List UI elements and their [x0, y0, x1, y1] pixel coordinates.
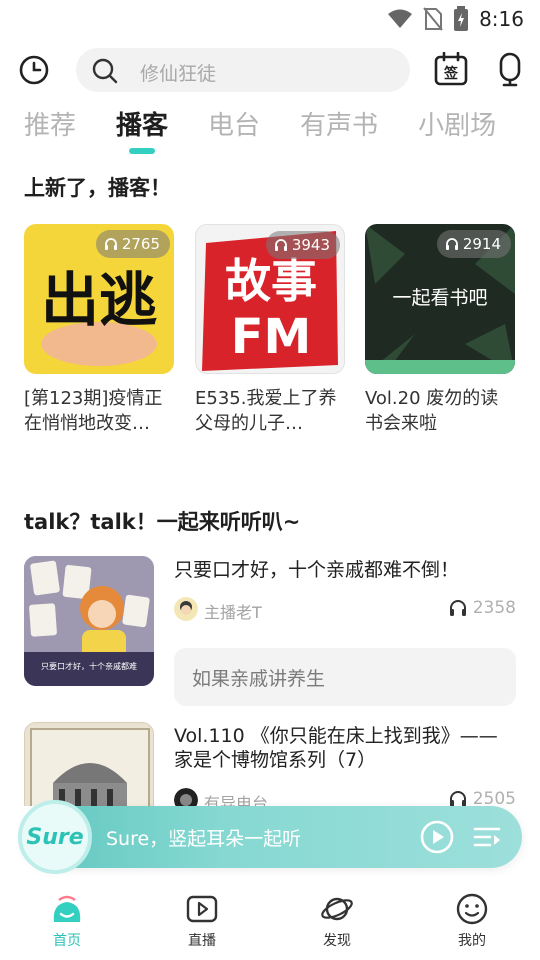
live-icon: [186, 895, 218, 923]
nav-discover[interactable]: 发现: [297, 892, 377, 950]
tab-audiobook[interactable]: 有声书: [300, 104, 378, 150]
voice-search-button[interactable]: [496, 52, 524, 88]
cover-text: 出逃: [41, 266, 157, 334]
search-placeholder: 修仙狂徒: [140, 63, 217, 85]
play-count: 2914: [462, 235, 501, 253]
nav-live[interactable]: 直播: [162, 892, 242, 950]
nav-profile[interactable]: 我的: [432, 892, 512, 950]
play-count-value: 2358: [472, 598, 516, 618]
thumbnail-art: [30, 728, 150, 806]
podcast-card-title: Vol.20 废勿的读书会来啦: [365, 388, 499, 434]
nav-label: 我的: [458, 933, 486, 949]
planet-icon: [321, 897, 353, 921]
tab-radio[interactable]: 电台: [208, 104, 260, 150]
nav-home[interactable]: 首页: [27, 892, 107, 950]
podcast-card-title: [第123期]疫情正在悄悄地改变…: [24, 388, 163, 434]
play-count-badge: 2765: [95, 230, 170, 258]
podcast-card[interactable]: 一起看书吧 2914 Vol.20 废勿的读书会来啦: [365, 224, 515, 436]
category-tabs: 推荐 播客 电台 有声书 小剧场: [24, 104, 536, 154]
headphones-icon: [104, 238, 117, 250]
thumbnail-caption: 只要口才好，十个亲戚都难: [41, 661, 137, 671]
tab-recommend[interactable]: 推荐: [24, 104, 76, 150]
profile-icon: [456, 893, 488, 925]
search-input[interactable]: 修仙狂徒: [76, 48, 410, 92]
player-text: Sure，竖起耳朵一起听: [106, 828, 302, 850]
host-row: 有异电台 2505: [174, 788, 516, 806]
nav-label: 首页: [53, 933, 81, 949]
home-icon: [53, 895, 81, 922]
cover-text: 一起看书吧: [392, 287, 487, 309]
status-time: 8:16: [479, 7, 524, 31]
sign-in-label: 签: [443, 65, 459, 82]
thumbnail-art: 只要口才好，十个亲戚都难: [24, 556, 154, 686]
podcast-card-title: E535.我爱上了养父母的儿子…: [195, 388, 337, 434]
play-count-value: 2505: [472, 789, 516, 806]
cover-text-bottom: FM: [231, 309, 312, 365]
headphones-icon: [445, 238, 458, 250]
list-item[interactable]: 只要口才好，十个亲戚都难 只要口才好，十个亲戚都难不倒！ 主播老T 2358 如…: [24, 556, 516, 706]
no-sim-icon: [423, 7, 443, 31]
status-bar: 8:16: [0, 0, 540, 36]
headphones-icon: [274, 239, 287, 251]
playlist-button[interactable]: [472, 822, 502, 852]
episode-title: Vol.110 《你只能在床上找到我》——家是个博物馆系列（7）: [174, 725, 498, 771]
headphones-icon: [449, 600, 466, 616]
podcast-card[interactable]: 出逃 2765 [第123期]疫情正在悄悄地改变…: [24, 224, 174, 436]
episode-title: 只要口才好，十个亲戚都难不倒！: [174, 559, 460, 581]
play-count-badge: 2914: [436, 230, 511, 258]
podcast-cover: 出逃 2765: [24, 224, 174, 374]
host-avatar: [174, 597, 198, 621]
new-podcasts-row: 出逃 2765 [第123期]疫情正在悄悄地改变… 故事 FM 3943 E53…: [24, 224, 524, 444]
tab-podcast[interactable]: 播客: [116, 104, 168, 150]
podcast-card[interactable]: 故事 FM 3943 E535.我爱上了养父母的儿子…: [195, 224, 345, 436]
tab-mini-theater[interactable]: 小剧场: [418, 104, 496, 150]
nav-label: 直播: [188, 933, 216, 949]
episode-thumbnail: [24, 722, 154, 806]
comment-bubble[interactable]: 如果亲戚讲养生: [174, 648, 516, 706]
cover-text-top: 故事: [225, 254, 317, 308]
microphone-icon: [499, 52, 521, 87]
episode-thumbnail: 只要口才好，十个亲戚都难: [24, 556, 154, 686]
comment-text: 如果亲戚讲养生: [192, 668, 326, 690]
play-count: 2765: [121, 235, 160, 253]
playlist-icon: [473, 827, 501, 847]
host-avatar: [174, 788, 198, 806]
play-icon: [420, 820, 454, 854]
player-logo: Sure: [18, 800, 92, 874]
play-count-badge: 3943: [265, 231, 340, 259]
play-button[interactable]: [420, 820, 454, 854]
mini-player[interactable]: Sure Sure，竖起耳朵一起听: [18, 800, 522, 874]
play-count: 2358: [449, 598, 516, 618]
play-count: 3943: [291, 236, 330, 254]
calendar-sign-icon: 签: [434, 51, 468, 86]
bottom-navigation: 首页 直播 发现 我的: [0, 880, 540, 960]
sign-in-button[interactable]: 签: [434, 51, 468, 86]
talk-section-title: talk？talk！一起来听听叭~: [24, 510, 301, 534]
battery-icon: [454, 6, 469, 31]
history-button[interactable]: [18, 54, 50, 86]
host-name[interactable]: 有异电台: [204, 790, 268, 806]
podcast-cover: 一起看书吧 2914: [365, 224, 515, 374]
play-count: 2505: [449, 789, 516, 806]
headphones-icon: [449, 791, 466, 806]
search-icon: [92, 58, 118, 84]
nav-label: 发现: [323, 933, 351, 949]
new-podcasts-title: 上新了，播客！: [24, 176, 171, 200]
wifi-icon: [388, 9, 413, 28]
header: 修仙狂徒 签: [0, 46, 540, 94]
host-name[interactable]: 主播老T: [204, 599, 262, 623]
list-item[interactable]: Vol.110 《你只能在床上找到我》——家是个博物馆系列（7） 有异电台 25…: [24, 722, 516, 806]
host-row: 主播老T 2358: [174, 597, 516, 623]
clock-icon: [19, 55, 49, 85]
podcast-cover: 故事 FM 3943: [195, 224, 345, 374]
